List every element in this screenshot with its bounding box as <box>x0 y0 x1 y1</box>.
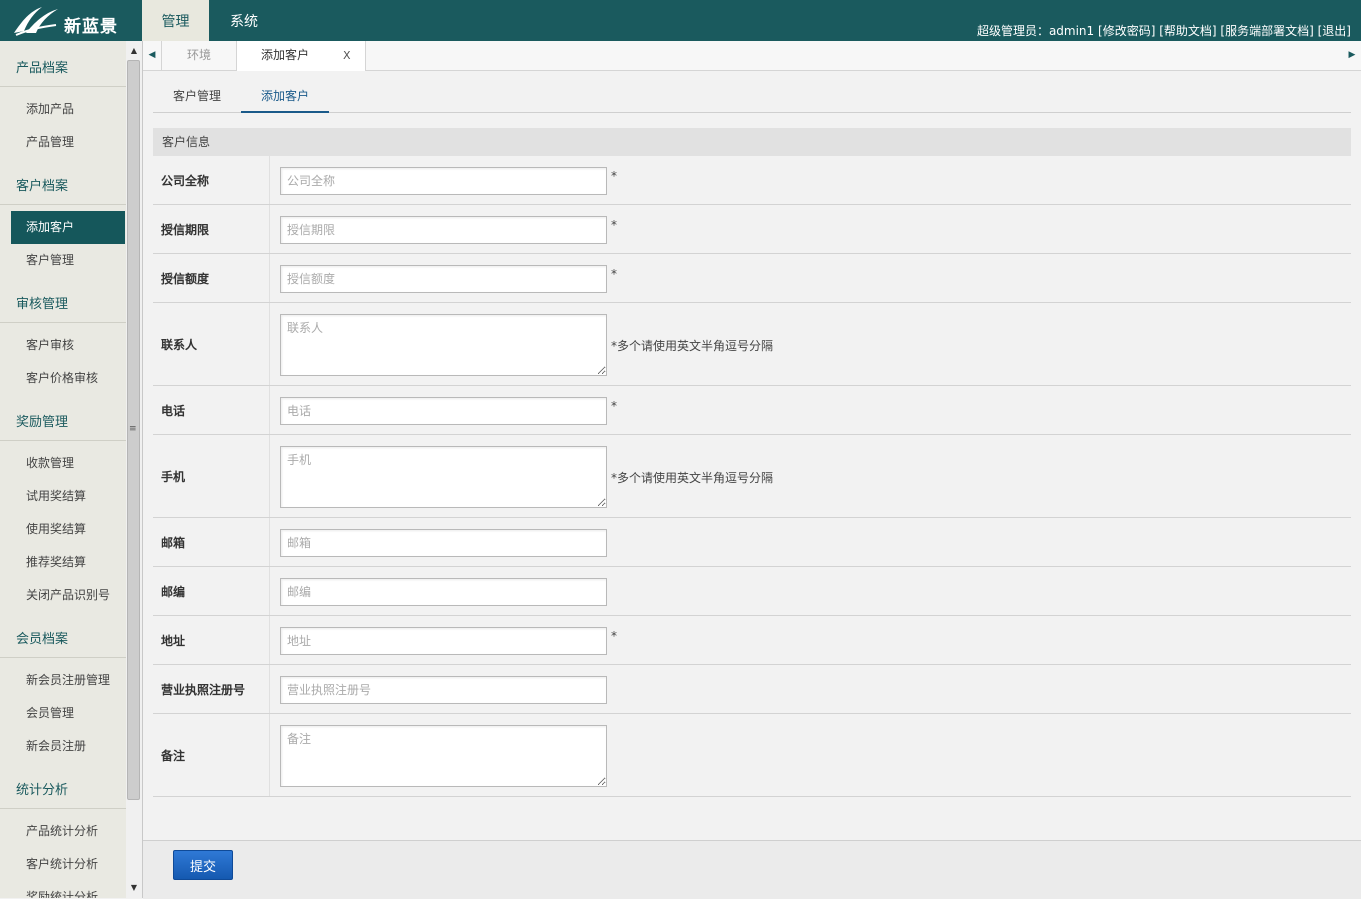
form-section-title: 客户信息 <box>153 128 1351 156</box>
sidebar-item-customer-audit[interactable]: 客户审核 <box>11 329 125 362</box>
user-role-label: 超级管理员：admin1 <box>976 24 1095 38</box>
sidebar-item-product-stats[interactable]: 产品统计分析 <box>11 815 125 848</box>
required-note: * <box>611 218 617 232</box>
field-label: 备注 <box>153 714 270 796</box>
company-name-input[interactable] <box>280 167 607 195</box>
top-tab-system[interactable]: 系统 <box>212 0 276 41</box>
sidebar: 产品档案 添加产品 产品管理 客户档案 添加客户 客户管理 审核管理 客户审核 … <box>0 41 127 898</box>
sidebar-item-new-member-reg[interactable]: 新会员注册 <box>11 730 125 763</box>
field-label: 营业执照注册号 <box>153 665 270 713</box>
form-row-credit-limit: 授信额度 * <box>153 254 1351 303</box>
page-tab-add-customer[interactable]: 添加客户 X <box>237 41 366 71</box>
field-label: 授信期限 <box>153 205 270 253</box>
contact-textarea[interactable] <box>280 314 607 376</box>
sidebar-group-statistics[interactable]: 统计分析 <box>0 773 126 809</box>
form-row-postcode: 邮编 <box>153 567 1351 616</box>
tab-scroll-right-icon[interactable]: ▶ <box>1343 41 1361 70</box>
sidebar-item-product-manage[interactable]: 产品管理 <box>11 126 125 159</box>
close-icon[interactable]: X <box>343 41 351 70</box>
help-docs-link[interactable]: [帮助文档] <box>1159 24 1216 38</box>
form-footer: 提交 <box>143 840 1361 899</box>
tab-scroll-left-icon[interactable]: ◀ <box>143 41 162 70</box>
sidebar-item-trial-reward-settle[interactable]: 试用奖结算 <box>11 480 125 513</box>
required-note: * <box>611 399 617 413</box>
form-row-company-name: 公司全称 * <box>153 156 1351 205</box>
server-deploy-docs-link[interactable]: [服务端部署文档] <box>1220 24 1313 38</box>
customer-form: 公司全称 * 授信期限 * 授信额度 * 联系人 *多个请使用英文半角逗号分隔 … <box>153 156 1351 797</box>
credit-term-input[interactable] <box>280 216 607 244</box>
sidebar-item-member-manage[interactable]: 会员管理 <box>11 697 125 730</box>
required-note: * <box>611 629 617 643</box>
tab-customer-manage[interactable]: 客户管理 <box>161 81 233 112</box>
top-bar: 新蓝景 管理 系统 超级管理员：admin1 [修改密码] [帮助文档] [服务… <box>0 0 1361 41</box>
sidebar-item-payment-manage[interactable]: 收款管理 <box>11 447 125 480</box>
submit-button[interactable]: 提交 <box>173 850 233 880</box>
field-label: 联系人 <box>153 303 270 385</box>
sidebar-group-customer-archive[interactable]: 客户档案 <box>0 169 126 205</box>
form-row-email: 邮箱 <box>153 518 1351 567</box>
sidebar-group-product-archive[interactable]: 产品档案 <box>0 51 126 87</box>
sidebar-item-close-product-id[interactable]: 关闭产品识别号 <box>11 579 125 612</box>
user-links: 超级管理员：admin1 [修改密码] [帮助文档] [服务端部署文档] [退出… <box>977 22 1351 39</box>
field-label: 电话 <box>153 386 270 434</box>
form-row-business-license: 营业执照注册号 <box>153 665 1351 714</box>
remark-textarea[interactable] <box>280 725 607 787</box>
form-row-remark: 备注 <box>153 714 1351 797</box>
postcode-input[interactable] <box>280 578 607 606</box>
form-row-address: 地址 * <box>153 616 1351 665</box>
scroll-up-arrow-icon[interactable]: ▲ <box>126 43 142 59</box>
page-tab-add-customer-label: 添加客户 <box>261 48 310 62</box>
mobile-textarea[interactable] <box>280 446 607 508</box>
sidebar-item-new-member-reg-manage[interactable]: 新会员注册管理 <box>11 664 125 697</box>
sidebar-item-customer-stats[interactable]: 客户统计分析 <box>11 848 125 881</box>
sidebar-item-customer-manage[interactable]: 客户管理 <box>11 244 125 277</box>
sidebar-scrollbar[interactable]: ▲ ≡ ▼ <box>126 41 143 898</box>
splitter-grip-icon[interactable]: ≡ <box>129 424 137 434</box>
tab-add-customer[interactable]: 添加客户 <box>241 81 329 113</box>
email-input[interactable] <box>280 529 607 557</box>
page-tab-environment[interactable]: 环境 <box>162 41 237 70</box>
sidebar-item-add-product[interactable]: 添加产品 <box>11 93 125 126</box>
phone-input[interactable] <box>280 397 607 425</box>
form-row-contact: 联系人 *多个请使用英文半角逗号分隔 <box>153 303 1351 386</box>
field-label: 地址 <box>153 616 270 664</box>
scroll-down-arrow-icon[interactable]: ▼ <box>126 880 142 896</box>
page-tab-bar: ◀ 环境 添加客户 X ▶ <box>143 41 1361 71</box>
field-hint: *多个请使用英文半角逗号分隔 <box>611 339 774 353</box>
logout-link[interactable]: [退出] <box>1318 24 1351 38</box>
field-label: 邮箱 <box>153 518 270 566</box>
field-label: 授信额度 <box>153 254 270 302</box>
sidebar-item-add-customer[interactable]: 添加客户 <box>11 211 125 244</box>
change-password-link[interactable]: [修改密码] <box>1098 24 1155 38</box>
required-note: * <box>611 169 617 183</box>
required-note: * <box>611 267 617 281</box>
sidebar-item-customer-price-audit[interactable]: 客户价格审核 <box>11 362 125 395</box>
credit-limit-input[interactable] <box>280 265 607 293</box>
sidebar-group-reward-manage[interactable]: 奖励管理 <box>0 405 126 441</box>
form-row-credit-term: 授信期限 * <box>153 205 1351 254</box>
field-label: 公司全称 <box>153 156 270 204</box>
logo-swoosh-icon <box>14 7 58 36</box>
field-hint: *多个请使用英文半角逗号分隔 <box>611 471 774 485</box>
business-license-input[interactable] <box>280 676 607 704</box>
top-tab-manage[interactable]: 管理 <box>142 0 209 41</box>
main-content: 客户管理 添加客户 客户信息 公司全称 * 授信期限 * 授信额度 * 联系人 … <box>143 71 1361 899</box>
address-input[interactable] <box>280 627 607 655</box>
logo-text: 新蓝景 <box>64 17 118 37</box>
logo: 新蓝景 <box>12 3 142 38</box>
sidebar-item-referral-reward-settle[interactable]: 推荐奖结算 <box>11 546 125 579</box>
sidebar-item-reward-stats[interactable]: 奖励统计分析 <box>11 881 125 898</box>
sub-tab-bar: 客户管理 添加客户 <box>153 81 1351 113</box>
sidebar-group-audit-manage[interactable]: 审核管理 <box>0 287 126 323</box>
form-row-mobile: 手机 *多个请使用英文半角逗号分隔 <box>153 435 1351 518</box>
sidebar-item-usage-reward-settle[interactable]: 使用奖结算 <box>11 513 125 546</box>
form-row-phone: 电话 * <box>153 386 1351 435</box>
field-label: 手机 <box>153 435 270 517</box>
field-label: 邮编 <box>153 567 270 615</box>
sidebar-group-member-archive[interactable]: 会员档案 <box>0 622 126 658</box>
